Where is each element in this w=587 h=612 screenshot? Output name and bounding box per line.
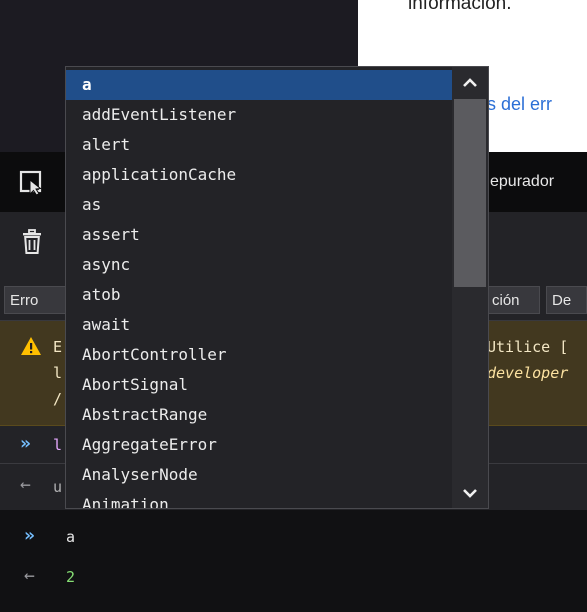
autocomplete-popup[interactable]: a addEventListener alert applicationCache as… — [65, 66, 489, 509]
autocomplete-item[interactable]: as — [66, 190, 452, 220]
autocomplete-item[interactable]: AnalyserNode — [66, 460, 452, 490]
chevron-up-icon[interactable] — [458, 71, 482, 95]
output-arrow-icon: ← — [20, 474, 31, 495]
autocomplete-item[interactable]: atob — [66, 280, 452, 310]
tab-debugger[interactable]: epurador — [490, 173, 554, 191]
eager-result: 2 — [66, 568, 76, 586]
scrollbar-thumb[interactable] — [454, 99, 486, 287]
filter-debug-button[interactable]: De — [546, 286, 587, 314]
trash-icon[interactable] — [22, 229, 42, 255]
history-output: u — [53, 478, 63, 496]
filter-errors-button[interactable]: Erro — [4, 286, 66, 314]
console-input-area[interactable] — [0, 510, 587, 612]
autocomplete-item[interactable]: await — [66, 310, 452, 340]
autocomplete-item[interactable]: async — [66, 250, 452, 280]
warning-text-right: Utilice [ — [487, 338, 569, 356]
warning-text-fragment: / — [53, 390, 63, 408]
history-command: l — [53, 436, 63, 454]
page-text: información. — [408, 0, 512, 14]
autocomplete-item[interactable]: Animation — [66, 490, 452, 508]
autocomplete-item[interactable]: AbstractRange — [66, 400, 452, 430]
filter-info-button[interactable]: ción — [486, 286, 540, 314]
input-prompt-icon: » — [24, 525, 35, 546]
autocomplete-item[interactable]: AggregateError — [66, 430, 452, 460]
autocomplete-item[interactable]: a — [66, 70, 452, 100]
page-link[interactable]: s del err — [487, 94, 552, 115]
autocomplete-item[interactable]: AbortController — [66, 340, 452, 370]
autocomplete-item[interactable]: applicationCache — [66, 160, 452, 190]
console-input[interactable]: a — [66, 528, 75, 546]
element-picker-icon[interactable] — [19, 170, 45, 196]
warning-icon — [21, 337, 41, 355]
chevron-down-icon[interactable] — [458, 481, 482, 505]
result-arrow-icon: ← — [24, 565, 35, 586]
autocomplete-item[interactable]: assert — [66, 220, 452, 250]
warning-link-right[interactable]: developer — [487, 364, 568, 382]
autocomplete-item[interactable]: alert — [66, 130, 452, 160]
autocomplete-item[interactable]: AbortSignal — [66, 370, 452, 400]
warning-text-fragment: E — [53, 338, 63, 356]
prompt-chevron-icon: » — [20, 433, 31, 454]
warning-text-fragment: l — [53, 364, 63, 382]
autocomplete-item[interactable]: addEventListener — [66, 100, 452, 130]
